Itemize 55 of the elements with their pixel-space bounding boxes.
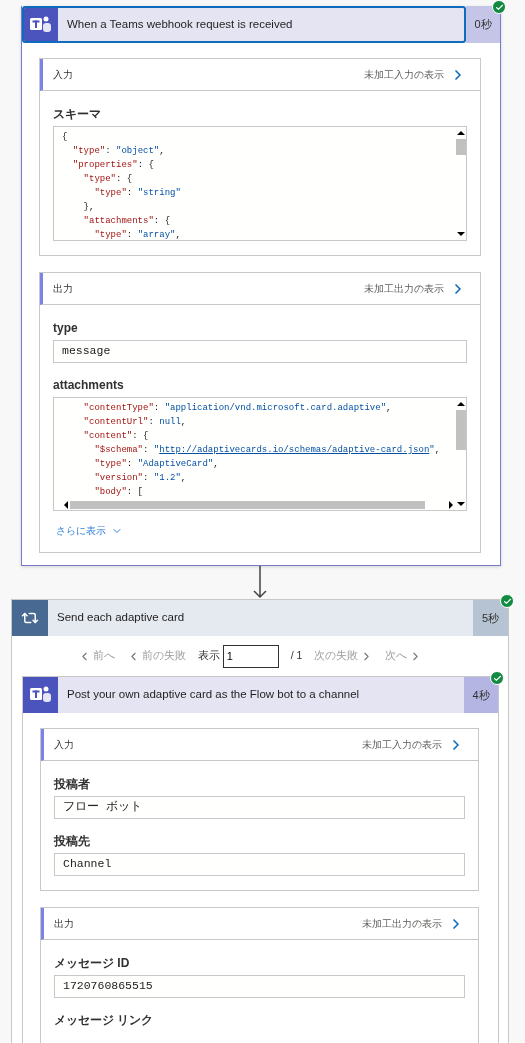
code-line: "attachments": { <box>82 215 171 228</box>
page-total: / 1 <box>290 648 303 664</box>
teams-icon <box>29 14 53 35</box>
code-line: "content": { <box>82 430 149 443</box>
field-label: 投稿先 <box>54 834 90 848</box>
code-line: "type": "object", <box>71 145 165 158</box>
section-title: 出力 <box>53 282 73 296</box>
step-title: When a Teams webhook request is received <box>67 16 293 32</box>
field-label: メッセージ リンク <box>54 1013 154 1027</box>
step-title: Post your own adaptive card as the Flow bot to a channel <box>67 687 360 703</box>
duration-label: 4秒 <box>464 677 498 713</box>
section-title: 入力 <box>54 738 74 752</box>
duration-label: 5秒 <box>473 600 508 636</box>
value-field: フロー ボット <box>54 796 465 819</box>
code-line: "type": { <box>82 173 133 186</box>
section-header[interactable]: 入力 未加工入力の表示 <box>40 59 480 91</box>
code-line: "type": "array", <box>93 229 181 240</box>
section-title: 入力 <box>53 68 73 82</box>
code-line: "$schema": "http://adaptivecards.io/schemas/adaptive-card.json", <box>93 444 441 457</box>
trigger-header[interactable]: When a Teams webhook request is received <box>22 6 466 43</box>
duration-label: 0秒 <box>466 6 500 43</box>
code-editor[interactable] <box>53 397 467 511</box>
section-header[interactable]: 出力 未加工出力の表示 <box>41 908 478 940</box>
code-line: "body": [ <box>93 486 143 499</box>
step-title: Send each adaptive card <box>57 610 186 626</box>
value-field: Channel <box>54 853 465 876</box>
section-header[interactable]: 出力 未加工出力の表示 <box>40 273 480 305</box>
arrow-down-icon <box>253 566 267 599</box>
code-editor[interactable]: { "type": "object", "properties": { "type": { "type": "string" }, "attachments": { "type": "array", <box>53 126 467 241</box>
section-header[interactable]: 入力 未加工入力の表示 <box>41 729 478 761</box>
show-label: 表示 <box>197 648 220 664</box>
raw-data-link[interactable]: 未加工出力の表示 <box>362 916 442 931</box>
section-title: 出力 <box>54 917 74 931</box>
field-label: attachments <box>53 378 124 392</box>
code-line: { <box>62 131 68 144</box>
code-line: "properties": { <box>71 159 154 172</box>
raw-data-link[interactable]: 未加工入力の表示 <box>364 67 444 82</box>
page-input[interactable]: 1 <box>222 644 279 668</box>
value-field: message <box>53 340 467 363</box>
action-header[interactable]: Post your own adaptive card as the Flow bot to a channel <box>23 677 464 713</box>
code-line: "contentUrl": null, <box>82 416 187 429</box>
raw-data-link[interactable]: 未加工出力の表示 <box>364 281 444 296</box>
raw-data-link[interactable]: 未加工入力の表示 <box>362 737 442 752</box>
code-line: "version": "1.2", <box>93 472 187 485</box>
field-label: メッセージ ID <box>54 956 130 970</box>
code-line: "type": "AdaptiveCard", <box>93 458 219 471</box>
teams-icon <box>28 685 53 705</box>
code-line: }, <box>82 201 95 214</box>
code-line: "type": "string" <box>93 187 181 200</box>
value-field: 1720760865515 <box>54 975 465 998</box>
show-more-link[interactable]: さらに表示 <box>56 523 123 538</box>
field-label: type <box>53 321 78 335</box>
field-label: スキーマ <box>53 107 101 121</box>
field-label: 投稿者 <box>54 777 90 791</box>
code-line: "contentType": "application/vnd.microsoft.card.adaptive", <box>82 402 392 415</box>
